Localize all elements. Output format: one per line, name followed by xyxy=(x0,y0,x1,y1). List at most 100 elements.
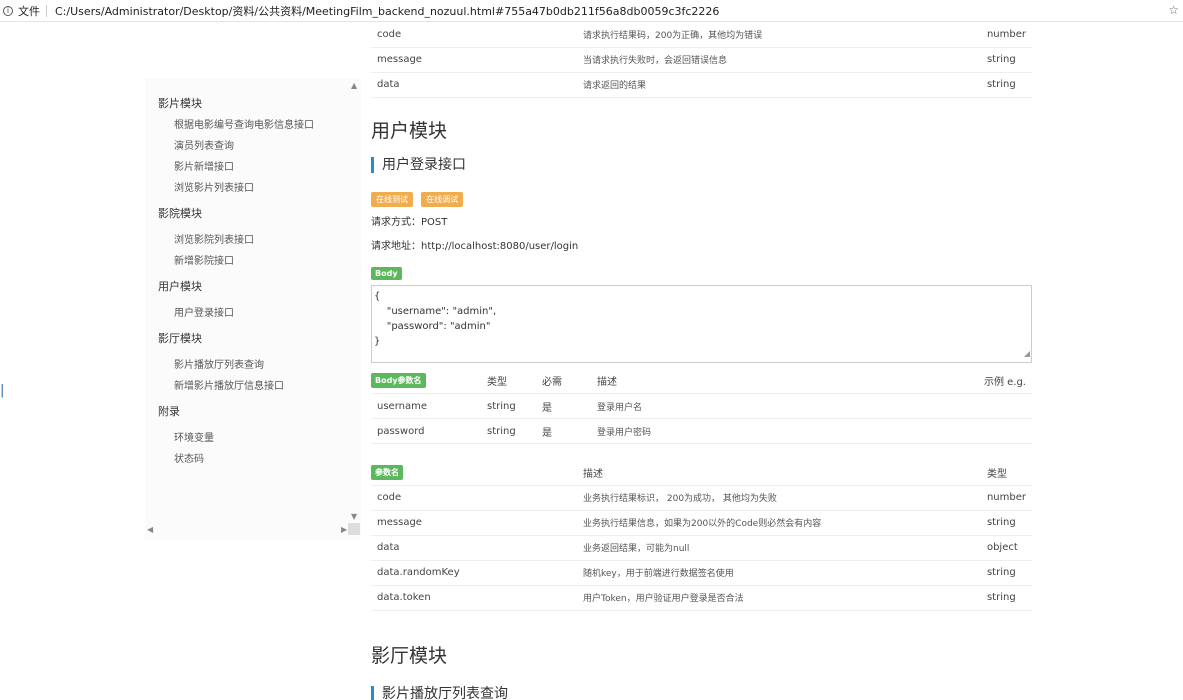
param-desc: 用户Token，用户验证用户登录是否合法 xyxy=(577,585,981,611)
param-desc: 业务执行结果信息，如果为200以外的Code则必然会有内容 xyxy=(577,510,981,536)
col-required: 必需 xyxy=(536,368,591,394)
scroll-down-icon[interactable]: ▼ xyxy=(351,512,357,521)
param-type: string xyxy=(980,560,1032,586)
param-type: string xyxy=(481,393,536,419)
col-type: 类型 xyxy=(481,368,536,394)
table-header-row: Body参数名 类型 必需 描述 示例 e.g. xyxy=(371,368,1032,394)
request-body-textarea[interactable]: { "username": "admin", "password": "admi… xyxy=(371,284,1032,363)
doc-content: code 请求执行结果码，200为正确，其他均为错误 number messag… xyxy=(371,22,1032,700)
table-row: data 业务返回结果，可能为null object xyxy=(371,535,1032,561)
address-divider xyxy=(46,4,47,17)
param-example xyxy=(972,393,1032,419)
toc-section-title[interactable]: 影片模块 xyxy=(158,95,314,116)
body-tag: Body xyxy=(371,266,402,280)
param-desc: 登录用户名 xyxy=(591,393,972,419)
toc-section-title[interactable]: 影厅模块 xyxy=(158,330,314,351)
param-name: code xyxy=(371,22,577,48)
edge-marker: | xyxy=(0,383,5,398)
param-name: data.token xyxy=(371,585,577,611)
param-type: string xyxy=(980,510,1032,536)
col-type: 类型 xyxy=(980,460,1032,486)
table-row: code 请求执行结果码，200为正确，其他均为错误 number xyxy=(371,22,1032,48)
module-title: 影厅模块 xyxy=(371,644,448,667)
scroll-up-icon[interactable]: ▲ xyxy=(351,81,357,90)
toc-item[interactable]: 环境变量 xyxy=(158,429,314,450)
param-desc: 业务执行结果标识， 200为成功， 其他均为失败 xyxy=(577,485,981,511)
scrollbar-corner xyxy=(348,523,360,535)
toc-item[interactable]: 用户登录接口 xyxy=(158,304,314,325)
scroll-right-icon[interactable]: ▶ xyxy=(341,525,347,534)
toc-item[interactable]: 状态码 xyxy=(158,450,314,471)
table-row: data.token 用户Token，用户验证用户登录是否合法 string xyxy=(371,585,1032,611)
param-name: data.randomKey xyxy=(371,560,577,586)
toc-list: 影片模块 根据电影编号查询电影信息接口 演员列表查询 影片新增接口 浏览影片列表… xyxy=(158,95,314,471)
param-desc: 请求执行结果码，200为正确，其他均为错误 xyxy=(577,22,981,48)
param-type: string xyxy=(481,418,536,444)
request-method: 请求方式：POST xyxy=(371,216,448,228)
param-desc: 随机key，用于前端进行数据签名使用 xyxy=(577,560,981,586)
col-example: 示例 e.g. xyxy=(972,368,1032,394)
info-icon[interactable]: i xyxy=(3,5,13,16)
toc-item[interactable]: 影片新增接口 xyxy=(158,158,314,179)
toc-item[interactable]: 演员列表查询 xyxy=(158,137,314,158)
table-row: message 业务执行结果信息，如果为200以外的Code则必然会有内容 st… xyxy=(371,510,1032,536)
request-url: 请求地址：http://localhost:8080/user/login xyxy=(371,240,579,252)
sidebar-toc[interactable]: ▲ 影片模块 根据电影编号查询电影信息接口 演员列表查询 影片新增接口 浏览影片… xyxy=(145,79,361,540)
param-name: password xyxy=(371,418,481,444)
param-desc: 当请求执行失败时，会返回错误信息 xyxy=(577,47,981,73)
table-row: data 请求返回的结果 string xyxy=(371,72,1032,98)
bookmark-icon[interactable]: ☆ xyxy=(1168,3,1179,17)
param-required: 是 xyxy=(536,418,591,444)
body-params-table: Body参数名 类型 必需 描述 示例 e.g. username string… xyxy=(371,368,1032,444)
toc-section-title[interactable]: 影院模块 xyxy=(158,205,314,226)
param-type: string xyxy=(980,47,1032,73)
url-text[interactable]: C:/Users/Administrator/Desktop/资料/公共资料/M… xyxy=(55,3,719,19)
prev-response-table: code 请求执行结果码，200为正确，其他均为错误 number messag… xyxy=(371,22,1032,98)
resize-grip-icon[interactable]: ◢ xyxy=(1024,346,1030,361)
param-type: object xyxy=(980,535,1032,561)
param-type: number xyxy=(980,22,1032,48)
table-row: message 当请求执行失败时，会返回错误信息 string xyxy=(371,47,1032,73)
param-example xyxy=(972,418,1032,444)
param-name: data xyxy=(371,72,577,98)
table-row: password string 是 登录用户密码 xyxy=(371,418,1032,444)
scroll-left-icon[interactable]: ◀ xyxy=(147,525,153,534)
param-desc: 登录用户密码 xyxy=(591,418,972,444)
toc-section-title[interactable]: 附录 xyxy=(158,403,314,424)
param-desc: 业务返回结果，可能为null xyxy=(577,535,981,561)
response-table: 参数名 描述 类型 code 业务执行结果标识， 200为成功， 其他均为失败 … xyxy=(371,460,1032,611)
table-header-row: 参数名 描述 类型 xyxy=(371,460,1032,486)
col-desc: 描述 xyxy=(591,368,972,394)
module-title: 用户模块 xyxy=(371,119,448,142)
param-name: username xyxy=(371,393,481,419)
response-params-tag: 参数名 xyxy=(371,464,403,480)
online-test-button[interactable]: 在线测试 xyxy=(371,191,413,207)
online-debug-button[interactable]: 在线调试 xyxy=(421,191,464,207)
table-row: data.randomKey 随机key，用于前端进行数据签名使用 string xyxy=(371,560,1032,586)
api-title: 影片播放厅列表查询 xyxy=(371,685,1032,700)
param-type: number xyxy=(980,485,1032,511)
toc-item[interactable]: 根据电影编号查询电影信息接口 xyxy=(158,116,314,137)
request-body-text: { "username": "admin", "password": "admi… xyxy=(374,290,497,347)
api-actions: 在线测试 在线调试 xyxy=(371,187,1032,207)
api-title: 用户登录接口 xyxy=(371,156,1032,173)
param-name: message xyxy=(371,47,577,73)
toc-section-title[interactable]: 用户模块 xyxy=(158,278,314,299)
toc-item[interactable]: 新增影院接口 xyxy=(158,252,314,273)
param-name: data xyxy=(371,535,577,561)
address-bar[interactable]: i 文件 C:/Users/Administrator/Desktop/资料/公… xyxy=(0,0,1183,22)
table-row: username string 是 登录用户名 xyxy=(371,393,1032,419)
toc-item[interactable]: 浏览影片列表接口 xyxy=(158,179,314,200)
param-type: string xyxy=(980,585,1032,611)
table-row: code 业务执行结果标识， 200为成功， 其他均为失败 number xyxy=(371,485,1032,511)
param-type: string xyxy=(980,72,1032,98)
toc-item[interactable]: 浏览影院列表接口 xyxy=(158,231,314,252)
toc-item[interactable]: 影片播放厅列表查询 xyxy=(158,356,314,377)
file-label: 文件 xyxy=(18,4,40,18)
param-name: message xyxy=(371,510,577,536)
param-required: 是 xyxy=(536,393,591,419)
col-desc: 描述 xyxy=(577,460,981,486)
body-params-tag: Body参数名 xyxy=(371,373,426,389)
param-name: code xyxy=(371,485,577,511)
toc-item[interactable]: 新增影片播放厅信息接口 xyxy=(158,377,314,398)
